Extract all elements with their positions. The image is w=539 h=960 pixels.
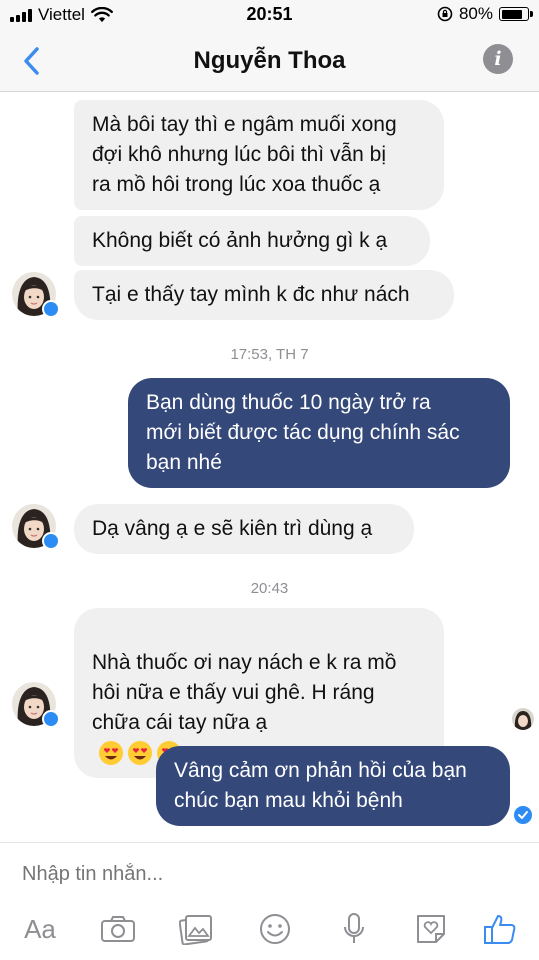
delivered-check-icon [514,806,532,824]
info-icon: i [494,48,502,70]
text-format-button[interactable]: Aa [20,909,60,949]
like-icon [484,915,516,944]
contact-name[interactable]: Nguyễn Thoa [0,47,539,75]
message-bubble[interactable]: Tại e thấy tay mình k đc như nách [74,270,454,320]
battery-level [501,9,522,19]
composer: Aa [0,842,539,960]
microphone-icon [344,913,364,943]
conversation-header: Nguyễn Thoa i [0,30,539,92]
status-bar: Viettel 20:51 80% [0,0,539,30]
messenger-badge-icon [42,300,60,318]
gallery-button[interactable] [176,909,216,949]
contact-avatar[interactable] [12,504,60,550]
message-input[interactable] [22,863,502,886]
timestamp: 17:53, TH 7 [230,346,309,363]
message-bubble[interactable]: Dạ vâng ạ e sẽ kiên trì dùng ạ [74,504,414,554]
message-thread[interactable]: Mà bôi tay thì e ngâm muối xong đợi khô … [0,92,539,842]
voice-button[interactable] [334,909,374,949]
seen-indicator-avatar [512,708,534,730]
message-bubble[interactable]: Không biết có ảnh hưởng gì k ạ [74,216,430,266]
timestamp: 20:43 [250,580,289,597]
message-bubble[interactable]: Bạn dùng thuốc 10 ngày trở ra mới biết đ… [128,378,510,488]
contact-avatar[interactable] [12,272,60,318]
camera-button[interactable] [98,909,138,949]
battery-percent: 80% [458,4,493,23]
info-button[interactable]: i [483,44,513,74]
emoji-button[interactable] [255,909,295,949]
message-bubble[interactable]: Mà bôi tay thì e ngâm muối xong đợi khô … [74,100,444,210]
messenger-badge-icon [42,532,60,550]
battery-icon [499,7,533,21]
message-bubble[interactable]: Vâng cảm ơn phản hồi của bạn chúc bạn ma… [156,746,510,826]
sticker-button[interactable] [411,909,451,949]
contact-avatar[interactable] [12,682,60,728]
emoji-icon [260,914,290,944]
sticker-icon [417,915,445,943]
messenger-badge-icon [42,710,60,728]
camera-icon [101,916,135,942]
orientation-lock-icon [437,6,453,22]
status-right: 80% [437,4,533,24]
like-button[interactable] [480,909,520,949]
composer-toolbar: Aa [0,909,539,949]
message-text: Nhà thuốc ơi nay nách e k ra mồ hôi nữa … [92,651,397,734]
gallery-icon [179,915,212,945]
